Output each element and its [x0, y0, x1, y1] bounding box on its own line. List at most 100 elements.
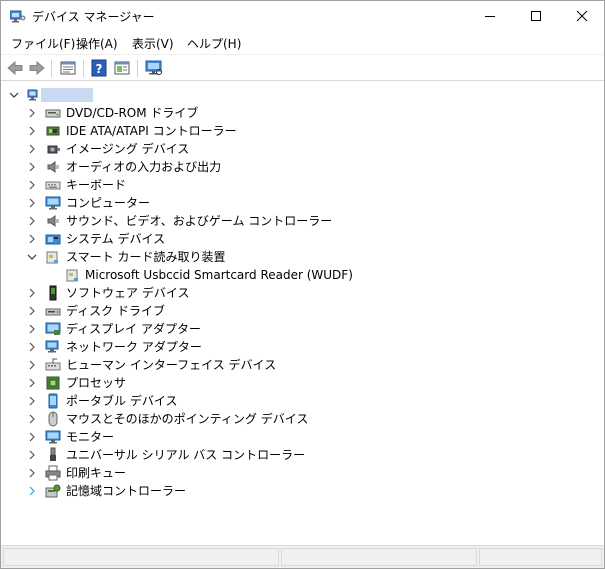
tree-category-item[interactable]: オーディオの入力および出力: [1, 158, 601, 176]
chevron-down-icon[interactable]: [8, 89, 20, 101]
tree-item-label: Microsoft Usbccid Smartcard Reader (WUDF…: [85, 268, 353, 282]
close-button[interactable]: [559, 1, 605, 31]
chevron-down-icon[interactable]: [26, 251, 38, 263]
tree-child-item[interactable]: Microsoft Usbccid Smartcard Reader (WUDF…: [1, 266, 601, 284]
tree-item-label: ポータブル デバイス: [66, 394, 178, 408]
forward-arrow-icon[interactable]: [28, 59, 46, 77]
scan-hardware-icon[interactable]: [145, 59, 163, 77]
smartcard-reader-icon: [46, 251, 58, 264]
close-icon: [576, 10, 588, 22]
chevron-right-icon[interactable]: [26, 179, 38, 191]
camera-icon: [47, 145, 60, 154]
tree-category-item[interactable]: ヒューマン インターフェイス デバイス: [1, 356, 601, 374]
tree-category-item[interactable]: プロセッサ: [1, 374, 601, 392]
window-title: デバイス マネージャー: [32, 10, 155, 24]
toolbar-separator: [51, 60, 52, 77]
computer-name-redacted: [41, 88, 93, 102]
chevron-right-icon[interactable]: [26, 323, 38, 335]
tree-category-item[interactable]: ディスク ドライブ: [1, 302, 601, 320]
chevron-right-icon[interactable]: [26, 431, 38, 443]
tree-category-item[interactable]: ネットワーク アダプター: [1, 338, 601, 356]
toolbar: ?: [1, 54, 604, 81]
tree-item-label: プロセッサ: [66, 376, 127, 390]
menu-help[interactable]: ヘルプ(H): [187, 35, 241, 52]
properties-icon[interactable]: [59, 59, 77, 77]
tree-category-item[interactable]: ディスプレイ アダプター: [1, 320, 601, 338]
tree-item-label: 記憶域コントローラー: [66, 484, 187, 498]
tree-category-item[interactable]: ポータブル デバイス: [1, 392, 601, 410]
chevron-right-icon[interactable]: [26, 359, 38, 371]
keyboard-icon: [45, 181, 61, 190]
speaker-icon: [47, 215, 59, 227]
tree-item-label: サウンド、ビデオ、およびゲーム コントローラー: [66, 214, 333, 228]
speaker-icon: [47, 161, 59, 173]
chevron-right-icon[interactable]: [26, 107, 38, 119]
tree-item-label: モニター: [66, 430, 115, 444]
tree-category-item[interactable]: キーボード: [1, 176, 601, 194]
tree-category-item[interactable]: スマート カード読み取り装置: [1, 248, 601, 266]
chevron-right-icon[interactable]: [26, 413, 38, 425]
menu-file[interactable]: ファイル(F): [11, 35, 75, 52]
chevron-right-icon[interactable]: [26, 341, 38, 353]
disk-drive-icon: [45, 308, 61, 316]
chevron-right-icon[interactable]: [26, 467, 38, 479]
hid-icon: [45, 358, 61, 371]
tree-item-label: マウスとそのほかのポインティング デバイス: [66, 412, 309, 426]
chevron-right-icon[interactable]: [26, 197, 38, 209]
tree-item-label: キーボード: [66, 178, 127, 192]
tree-category-item[interactable]: ユニバーサル シリアル バス コントローラー: [1, 446, 601, 464]
chevron-right-icon[interactable]: [26, 449, 38, 461]
chevron-right-icon[interactable]: [26, 233, 38, 245]
menu-view[interactable]: 表示(V): [132, 35, 174, 52]
chevron-right-icon[interactable]: [26, 395, 38, 407]
device-tree[interactable]: DVD/CD-ROM ドライブ IDE ATA/ATAPI コントローラー イメージ…: [1, 82, 604, 544]
network-adapter-icon: [45, 340, 59, 353]
tree-category-item[interactable]: 印刷キュー: [1, 464, 601, 482]
usb-icon: [50, 447, 56, 461]
chevron-right-icon[interactable]: [26, 377, 38, 389]
chevron-right-icon[interactable]: [26, 287, 38, 299]
tree-item-label: 印刷キュー: [66, 466, 127, 480]
chevron-right-icon[interactable]: [26, 305, 38, 317]
monitor-icon: [45, 430, 61, 444]
tree-category-item[interactable]: サウンド、ビデオ、およびゲーム コントローラー: [1, 212, 601, 230]
device-manager-app-icon: [10, 10, 26, 23]
tree-category-item[interactable]: マウスとそのほかのポインティング デバイス: [1, 410, 601, 428]
tree-category-item[interactable]: イメージング デバイス: [1, 140, 601, 158]
title-bar: デバイス マネージャー: [1, 1, 604, 31]
tree-category-item[interactable]: DVD/CD-ROM ドライブ: [1, 104, 601, 122]
tree-category-item[interactable]: システム デバイス: [1, 230, 601, 248]
tree-category-item[interactable]: ソフトウェア デバイス: [1, 284, 601, 302]
tree-item-label: スマート カード読み取り装置: [66, 250, 226, 264]
ide-controller-icon: [46, 126, 60, 136]
menu-action[interactable]: 操作(A): [76, 35, 118, 52]
mouse-icon: [48, 411, 58, 427]
minimize-button[interactable]: [467, 1, 513, 31]
chevron-right-icon[interactable]: [26, 215, 38, 227]
tree-category-item[interactable]: 記憶域コントローラー: [1, 482, 601, 500]
maximize-button[interactable]: [513, 1, 559, 31]
tree-category-item[interactable]: コンピューター: [1, 194, 601, 212]
tree-item-label: コンピューター: [66, 196, 151, 210]
tree-item-label: ディスク ドライブ: [66, 304, 165, 318]
software-device-icon: [49, 285, 57, 301]
chevron-right-icon[interactable]: [26, 143, 38, 155]
tree-item-label: ネットワーク アダプター: [66, 340, 202, 354]
tree-root[interactable]: [1, 86, 601, 104]
chevron-right-icon[interactable]: [26, 485, 38, 497]
tree-category-item[interactable]: モニター: [1, 428, 601, 446]
action-pane-icon[interactable]: [113, 59, 131, 77]
help-icon[interactable]: ?: [90, 59, 108, 77]
svg-text:?: ?: [96, 62, 103, 76]
processor-icon: [46, 376, 60, 390]
portable-device-icon: [48, 393, 58, 409]
status-bar: [1, 545, 604, 568]
chevron-right-icon[interactable]: [26, 125, 38, 137]
tree-category-item[interactable]: IDE ATA/ATAPI コントローラー: [1, 122, 601, 140]
back-arrow-icon[interactable]: [6, 59, 24, 77]
display-adapter-icon: [45, 322, 61, 335]
smartcard-reader-icon: [66, 269, 78, 282]
chevron-right-icon[interactable]: [26, 161, 38, 173]
toolbar-separator: [137, 60, 138, 77]
tree-item-label: ソフトウェア デバイス: [66, 286, 190, 300]
